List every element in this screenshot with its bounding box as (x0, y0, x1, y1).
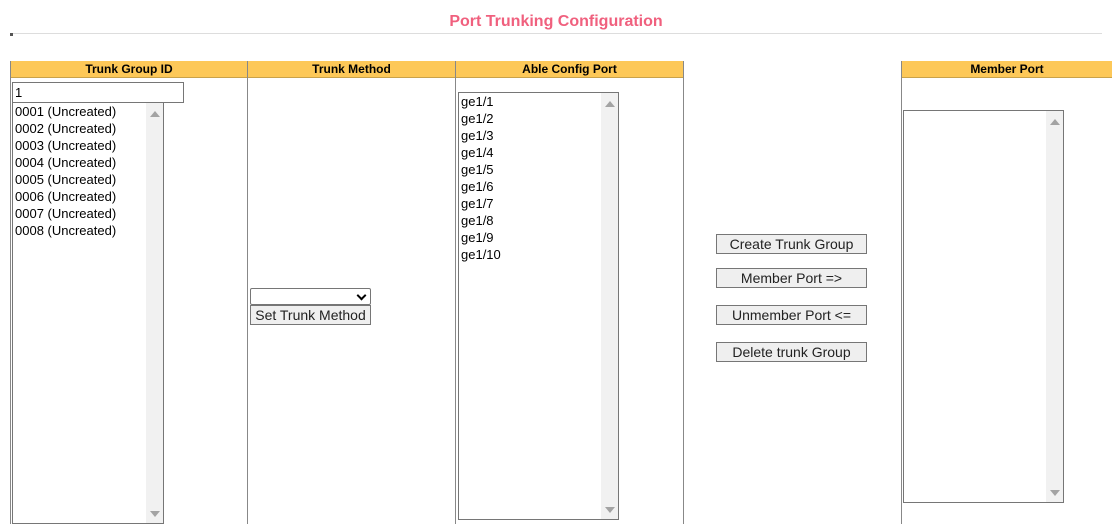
trunk-method-header: Trunk Method (248, 61, 455, 78)
trunk-group-option[interactable]: 0007 (Uncreated) (13, 205, 163, 222)
trunk-group-option[interactable]: 0008 (Uncreated) (13, 222, 163, 239)
trunk-method-select[interactable] (250, 288, 371, 305)
scroll-up-icon[interactable] (150, 111, 160, 117)
scroll-down-icon[interactable] (1050, 490, 1060, 496)
unmember-port-button[interactable]: Unmember Port <= (716, 305, 867, 325)
trunk-group-option[interactable]: 0001 (Uncreated) (13, 103, 163, 120)
able-config-options: ge1/1 ge1/2 ge1/3 ge1/4 ge1/5 ge1/6 ge1/7 ge1/8… (459, 93, 618, 263)
member-port-scrollbar[interactable] (1046, 111, 1063, 502)
title-divider-mark (10, 33, 13, 36)
chevron-down-icon (356, 290, 367, 301)
port-option[interactable]: ge1/3 (459, 127, 618, 144)
able-config-scrollbar[interactable] (601, 93, 618, 519)
trunk-group-listbox[interactable]: 0001 (Uncreated) 0002 (Uncreated) 0003 (Un… (12, 102, 164, 524)
scroll-down-icon[interactable] (150, 511, 160, 517)
scroll-up-icon[interactable] (605, 101, 615, 107)
title-divider (10, 33, 1102, 34)
member-port-listbox[interactable] (903, 110, 1064, 503)
trunk-group-option[interactable]: 0006 (Uncreated) (13, 188, 163, 205)
scroll-up-icon[interactable] (1050, 119, 1060, 125)
trunk-group-options: 0001 (Uncreated) 0002 (Uncreated) 0003 (Un… (13, 103, 163, 239)
create-trunk-group-button[interactable]: Create Trunk Group (716, 234, 867, 254)
trunk-group-option[interactable]: 0003 (Uncreated) (13, 137, 163, 154)
trunk-group-option[interactable]: 0002 (Uncreated) (13, 120, 163, 137)
member-port-button[interactable]: Member Port => (716, 268, 867, 288)
trunk-group-scrollbar[interactable] (146, 103, 163, 523)
page-title: Port Trunking Configuration (449, 13, 663, 30)
port-option[interactable]: ge1/4 (459, 144, 618, 161)
trunk-group-header: Trunk Group ID (11, 61, 247, 78)
member-port-header: Member Port (902, 61, 1112, 78)
able-config-listbox[interactable]: ge1/1 ge1/2 ge1/3 ge1/4 ge1/5 ge1/6 ge1/7 ge1/8… (458, 92, 619, 520)
delete-trunk-group-button[interactable]: Delete trunk Group (716, 342, 867, 362)
able-config-header: Able Config Port (456, 61, 683, 78)
trunk-group-id-input[interactable]: 1 (12, 82, 184, 103)
trunk-group-option[interactable]: 0004 (Uncreated) (13, 154, 163, 171)
set-trunk-method-button[interactable]: Set Trunk Method (250, 305, 371, 325)
port-option[interactable]: ge1/8 (459, 212, 618, 229)
port-option[interactable]: ge1/2 (459, 110, 618, 127)
scroll-down-icon[interactable] (605, 507, 615, 513)
port-option[interactable]: ge1/5 (459, 161, 618, 178)
port-option[interactable]: ge1/9 (459, 229, 618, 246)
port-option[interactable]: ge1/7 (459, 195, 618, 212)
port-option[interactable]: ge1/10 (459, 246, 618, 263)
actions-column (684, 61, 902, 524)
port-option[interactable]: ge1/1 (459, 93, 618, 110)
port-option[interactable]: ge1/6 (459, 178, 618, 195)
trunk-group-option[interactable]: 0005 (Uncreated) (13, 171, 163, 188)
